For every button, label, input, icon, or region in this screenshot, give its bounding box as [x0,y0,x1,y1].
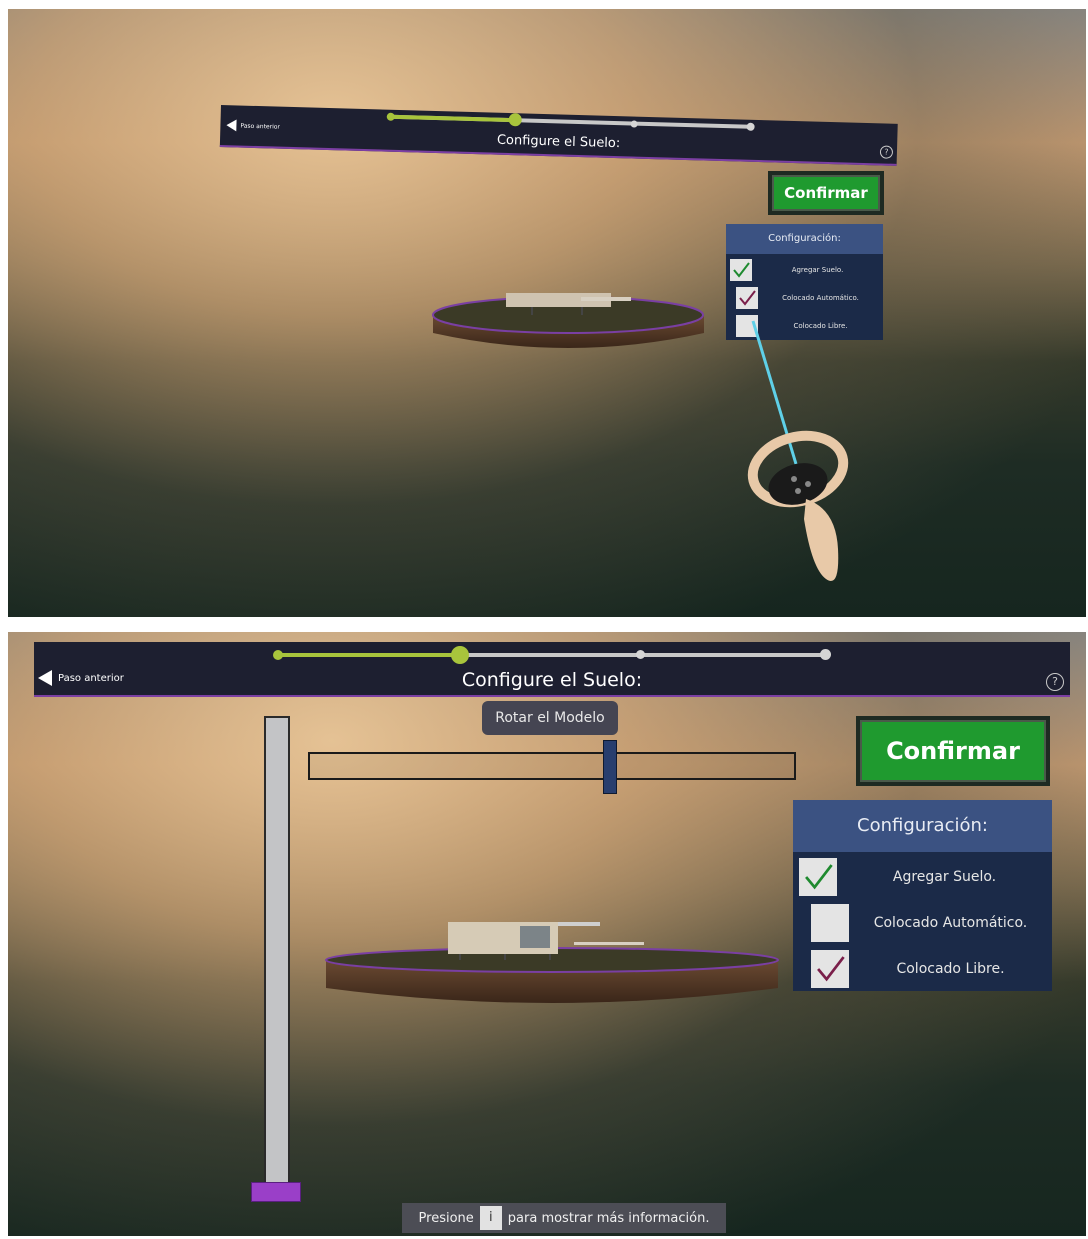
step-progress-bar: Paso anterior Configure el Suelo: ? [34,642,1070,697]
step-title: Configure el Suelo: [461,669,643,691]
checkmark-icon [739,290,756,306]
ground-platform [432,293,704,348]
vr-view-overview: Paso anterior Configure el Suelo: ? Conf… [8,9,1086,617]
hint-text-after: para mostrar más información. [507,1210,710,1226]
progress-track-done [390,114,515,123]
progress-track-done [278,653,460,657]
step-dot-3 [630,120,638,128]
checkbox-colocado-libre[interactable] [811,950,849,988]
info-hint: Presione i para mostrar más información. [402,1203,726,1233]
step-dot-1 [273,650,283,660]
config-panel-title: Configuración: [726,224,883,254]
checkbox-colocado-automatico[interactable] [736,287,758,309]
rotate-slider-track[interactable] [308,740,796,794]
option-label: Agregar Suelo. [892,869,997,885]
option-colocado-libre[interactable]: Colocado Libre. [793,948,1052,990]
rotate-tooltip: Rotar el Modelo [482,701,618,735]
option-colocado-automatico[interactable]: Colocado Automático. [726,286,883,310]
checkmark-icon [817,956,845,982]
help-icon[interactable]: ? [1046,673,1064,691]
checkbox-colocado-automatico[interactable] [811,904,849,942]
rotate-slider-handle[interactable] [602,740,617,794]
option-agregar-suelo[interactable]: Agregar Suelo. [726,258,883,282]
option-label: Colocado Automático. [873,915,1028,931]
height-slider-track[interactable] [264,716,290,1194]
option-label: Colocado Libre. [896,961,1005,977]
hint-text-before: Presione [418,1210,474,1226]
step-progress-bar: Paso anterior Configure el Suelo: ? [219,105,898,166]
step-dot-4 [746,122,755,131]
config-panel-title: Configuración: [793,800,1052,852]
config-panel: Configuración: Agregar Suelo. Colocado A… [793,800,1052,991]
step-dot-1 [386,112,395,121]
checkbox-agregar-suelo[interactable] [730,259,752,281]
checkbox-agregar-suelo[interactable] [799,858,837,896]
option-label: Agregar Suelo. [791,266,844,274]
ground-platform [325,922,779,1003]
step-dot-2 [451,646,469,664]
vr-view-closeup: Paso anterior Configure el Suelo: ? Rota… [8,632,1086,1236]
step-dot-4 [820,649,831,660]
height-slider-handle[interactable] [251,1182,301,1202]
confirm-button[interactable]: Confirmar [768,171,884,215]
confirm-button[interactable]: Confirmar [856,716,1050,786]
option-colocado-automatico[interactable]: Colocado Automático. [793,902,1052,944]
step-dot-2 [508,113,522,127]
option-agregar-suelo[interactable]: Agregar Suelo. [793,856,1052,898]
vr-controller-icon [747,430,849,581]
checkmark-icon [805,864,833,890]
step-title: Configure el Suelo: [496,132,621,152]
checkmark-icon [733,262,750,278]
option-label: Colocado Automático. [782,294,859,302]
info-key-icon: i [479,1206,502,1230]
step-dot-3 [636,650,645,659]
